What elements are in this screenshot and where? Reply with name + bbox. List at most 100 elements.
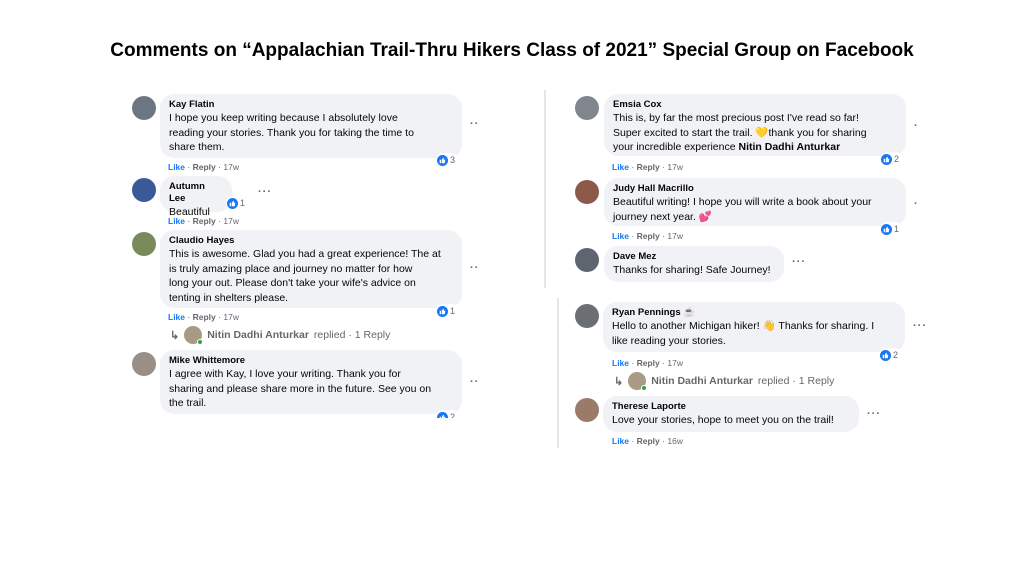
comment-line: like reading your stories. <box>612 334 726 347</box>
like-button[interactable]: Like <box>612 162 629 172</box>
comment-text: This is, by far the most precious post I… <box>613 111 897 155</box>
comment-author[interactable]: Mike Whittemore <box>169 355 453 367</box>
comment-time[interactable]: 16w <box>667 436 683 446</box>
reply-count[interactable]: replied · 1 Reply <box>314 329 390 341</box>
reply-button[interactable]: Reply <box>637 436 660 446</box>
yellow-heart-icon: 💛 <box>755 126 769 139</box>
reply-button[interactable]: Reply <box>637 162 660 172</box>
reaction-count[interactable]: 1 <box>226 196 249 210</box>
reaction-number: 2 <box>894 154 900 164</box>
reply-author[interactable]: Nitin Dadhi Anturkar <box>651 375 753 387</box>
right-comments-panel-bottom: Ryan Pennings ☕ Hello to another Michiga… <box>557 298 937 448</box>
comment-line: Super excited to start the trail. 💛thank… <box>613 126 897 141</box>
view-replies-link[interactable]: ↳ Nitin Dadhi Anturkar replied · 1 Reply <box>614 372 834 391</box>
more-options-icon[interactable]: ·· <box>470 118 479 130</box>
separator: · <box>631 436 635 446</box>
more-options-icon[interactable]: ·· <box>470 376 479 388</box>
comment-line: long your out. Please don't take your wi… <box>169 277 416 289</box>
more-options-icon[interactable]: · <box>914 120 919 132</box>
avatar[interactable] <box>575 248 599 272</box>
comment-actions: Like · Reply · 17w <box>168 216 239 226</box>
reply-arrow-icon: ↳ <box>170 329 180 342</box>
more-options-icon[interactable]: ··· <box>792 256 806 268</box>
like-button[interactable]: Like <box>168 312 185 322</box>
comment-line: share them. <box>169 141 225 153</box>
comment-bubble: Emsia Cox This is, by far the most preci… <box>604 94 906 156</box>
comment-author[interactable]: Claudio Hayes <box>169 235 453 247</box>
comment-line: This is awesome. Glad you had a great ex… <box>169 248 441 260</box>
like-button[interactable]: Like <box>612 436 629 446</box>
more-options-icon[interactable]: ··· <box>913 320 927 332</box>
online-status-icon <box>197 339 204 345</box>
reply-button[interactable]: Reply <box>193 216 216 226</box>
avatar[interactable] <box>575 96 599 120</box>
comment-time[interactable]: 17w <box>223 312 239 322</box>
comment-author[interactable]: Emsia Cox <box>613 99 897 111</box>
comment-author[interactable]: Therese Laporte <box>612 401 850 413</box>
avatar[interactable] <box>575 304 599 328</box>
like-reaction-icon <box>437 154 448 166</box>
reply-button[interactable]: Reply <box>637 358 660 368</box>
more-options-icon[interactable]: · <box>914 198 919 210</box>
reaction-count[interactable]: 1 <box>880 222 903 236</box>
avatar[interactable] <box>132 232 156 256</box>
comment-author[interactable]: Kay Flatin <box>169 99 453 111</box>
comment-author[interactable]: Judy Hall Macrillo <box>613 183 897 195</box>
comment-line: tenting in shelters please. <box>169 291 289 304</box>
like-button[interactable]: Like <box>168 216 185 226</box>
like-reaction-icon <box>881 223 892 235</box>
more-options-icon[interactable]: ··· <box>867 408 881 420</box>
comment-time[interactable]: 17w <box>667 358 683 368</box>
avatar[interactable] <box>132 96 156 120</box>
reaction-count[interactable]: 2 <box>436 410 459 418</box>
reply-button[interactable]: Reply <box>193 312 216 322</box>
comment-bubble: Kay Flatin I hope you keep writing becau… <box>160 94 462 158</box>
comment-author[interactable]: Autumn Lee <box>169 181 223 205</box>
comment-text: I agree with Kay, I love your writing. T… <box>169 367 453 411</box>
comment-line: sharing and please share more in the fut… <box>169 382 432 395</box>
mention-link[interactable]: Nitin Dadhi Anturkar <box>739 141 841 153</box>
comment-bubble: Mike Whittemore I agree with Kay, I love… <box>160 350 462 414</box>
comment-text: Thanks for sharing! Safe Journey! <box>613 264 771 276</box>
reply-button[interactable]: Reply <box>193 162 216 172</box>
avatar[interactable] <box>132 178 156 202</box>
hearts-icon: 💕 <box>698 210 712 223</box>
like-button[interactable]: Like <box>612 358 629 368</box>
comment-line: journey next year. 💕 <box>613 210 897 225</box>
comment-time[interactable]: 17w <box>223 216 239 226</box>
comment-line: the trail. <box>169 397 207 409</box>
like-button[interactable]: Like <box>612 231 629 241</box>
comment-text: Hello to another Michigan hiker! 👋 Thank… <box>612 319 896 348</box>
like-reaction-icon <box>880 349 891 361</box>
comment-author[interactable]: Dave Mez <box>613 251 775 263</box>
reaction-count[interactable]: 3 <box>436 153 459 167</box>
reply-author[interactable]: Nitin Dadhi Anturkar <box>207 329 309 341</box>
page-title: Comments on “Appalachian Trail-Thru Hike… <box>110 40 914 61</box>
avatar[interactable] <box>575 398 599 422</box>
avatar[interactable] <box>575 180 599 204</box>
view-replies-link[interactable]: ↳ Nitin Dadhi Anturkar replied · 1 Reply <box>170 326 390 345</box>
reaction-count[interactable]: 2 <box>879 348 902 362</box>
reply-button[interactable]: Reply <box>637 231 660 241</box>
comment-text: I hope you keep writing because I absolu… <box>169 111 453 155</box>
divider <box>544 90 546 288</box>
like-reaction-icon <box>437 411 448 418</box>
reaction-number: 1 <box>894 224 900 234</box>
comment-line: Hello to another Michigan hiker! 👋 Thank… <box>612 319 896 334</box>
comment-actions: Like · Reply · 17w <box>168 162 239 172</box>
like-reaction-icon <box>437 305 448 317</box>
avatar[interactable] <box>132 352 156 376</box>
more-options-icon[interactable]: ·· <box>470 262 479 274</box>
comment-time[interactable]: 17w <box>667 162 683 172</box>
reaction-count[interactable]: 1 <box>436 304 459 318</box>
comment-time[interactable]: 17w <box>667 231 683 241</box>
separator: · <box>218 216 221 226</box>
comment-bubble: Claudio Hayes This is awesome. Glad you … <box>160 230 462 308</box>
reply-count[interactable]: replied · 1 Reply <box>758 375 834 387</box>
comment-author[interactable]: Ryan Pennings ☕ <box>612 307 896 319</box>
more-options-icon[interactable]: ··· <box>258 186 272 198</box>
like-button[interactable]: Like <box>168 162 185 172</box>
comment-time[interactable]: 17w <box>223 162 239 172</box>
like-reaction-icon <box>227 197 238 209</box>
reaction-count[interactable]: 2 <box>880 152 903 166</box>
